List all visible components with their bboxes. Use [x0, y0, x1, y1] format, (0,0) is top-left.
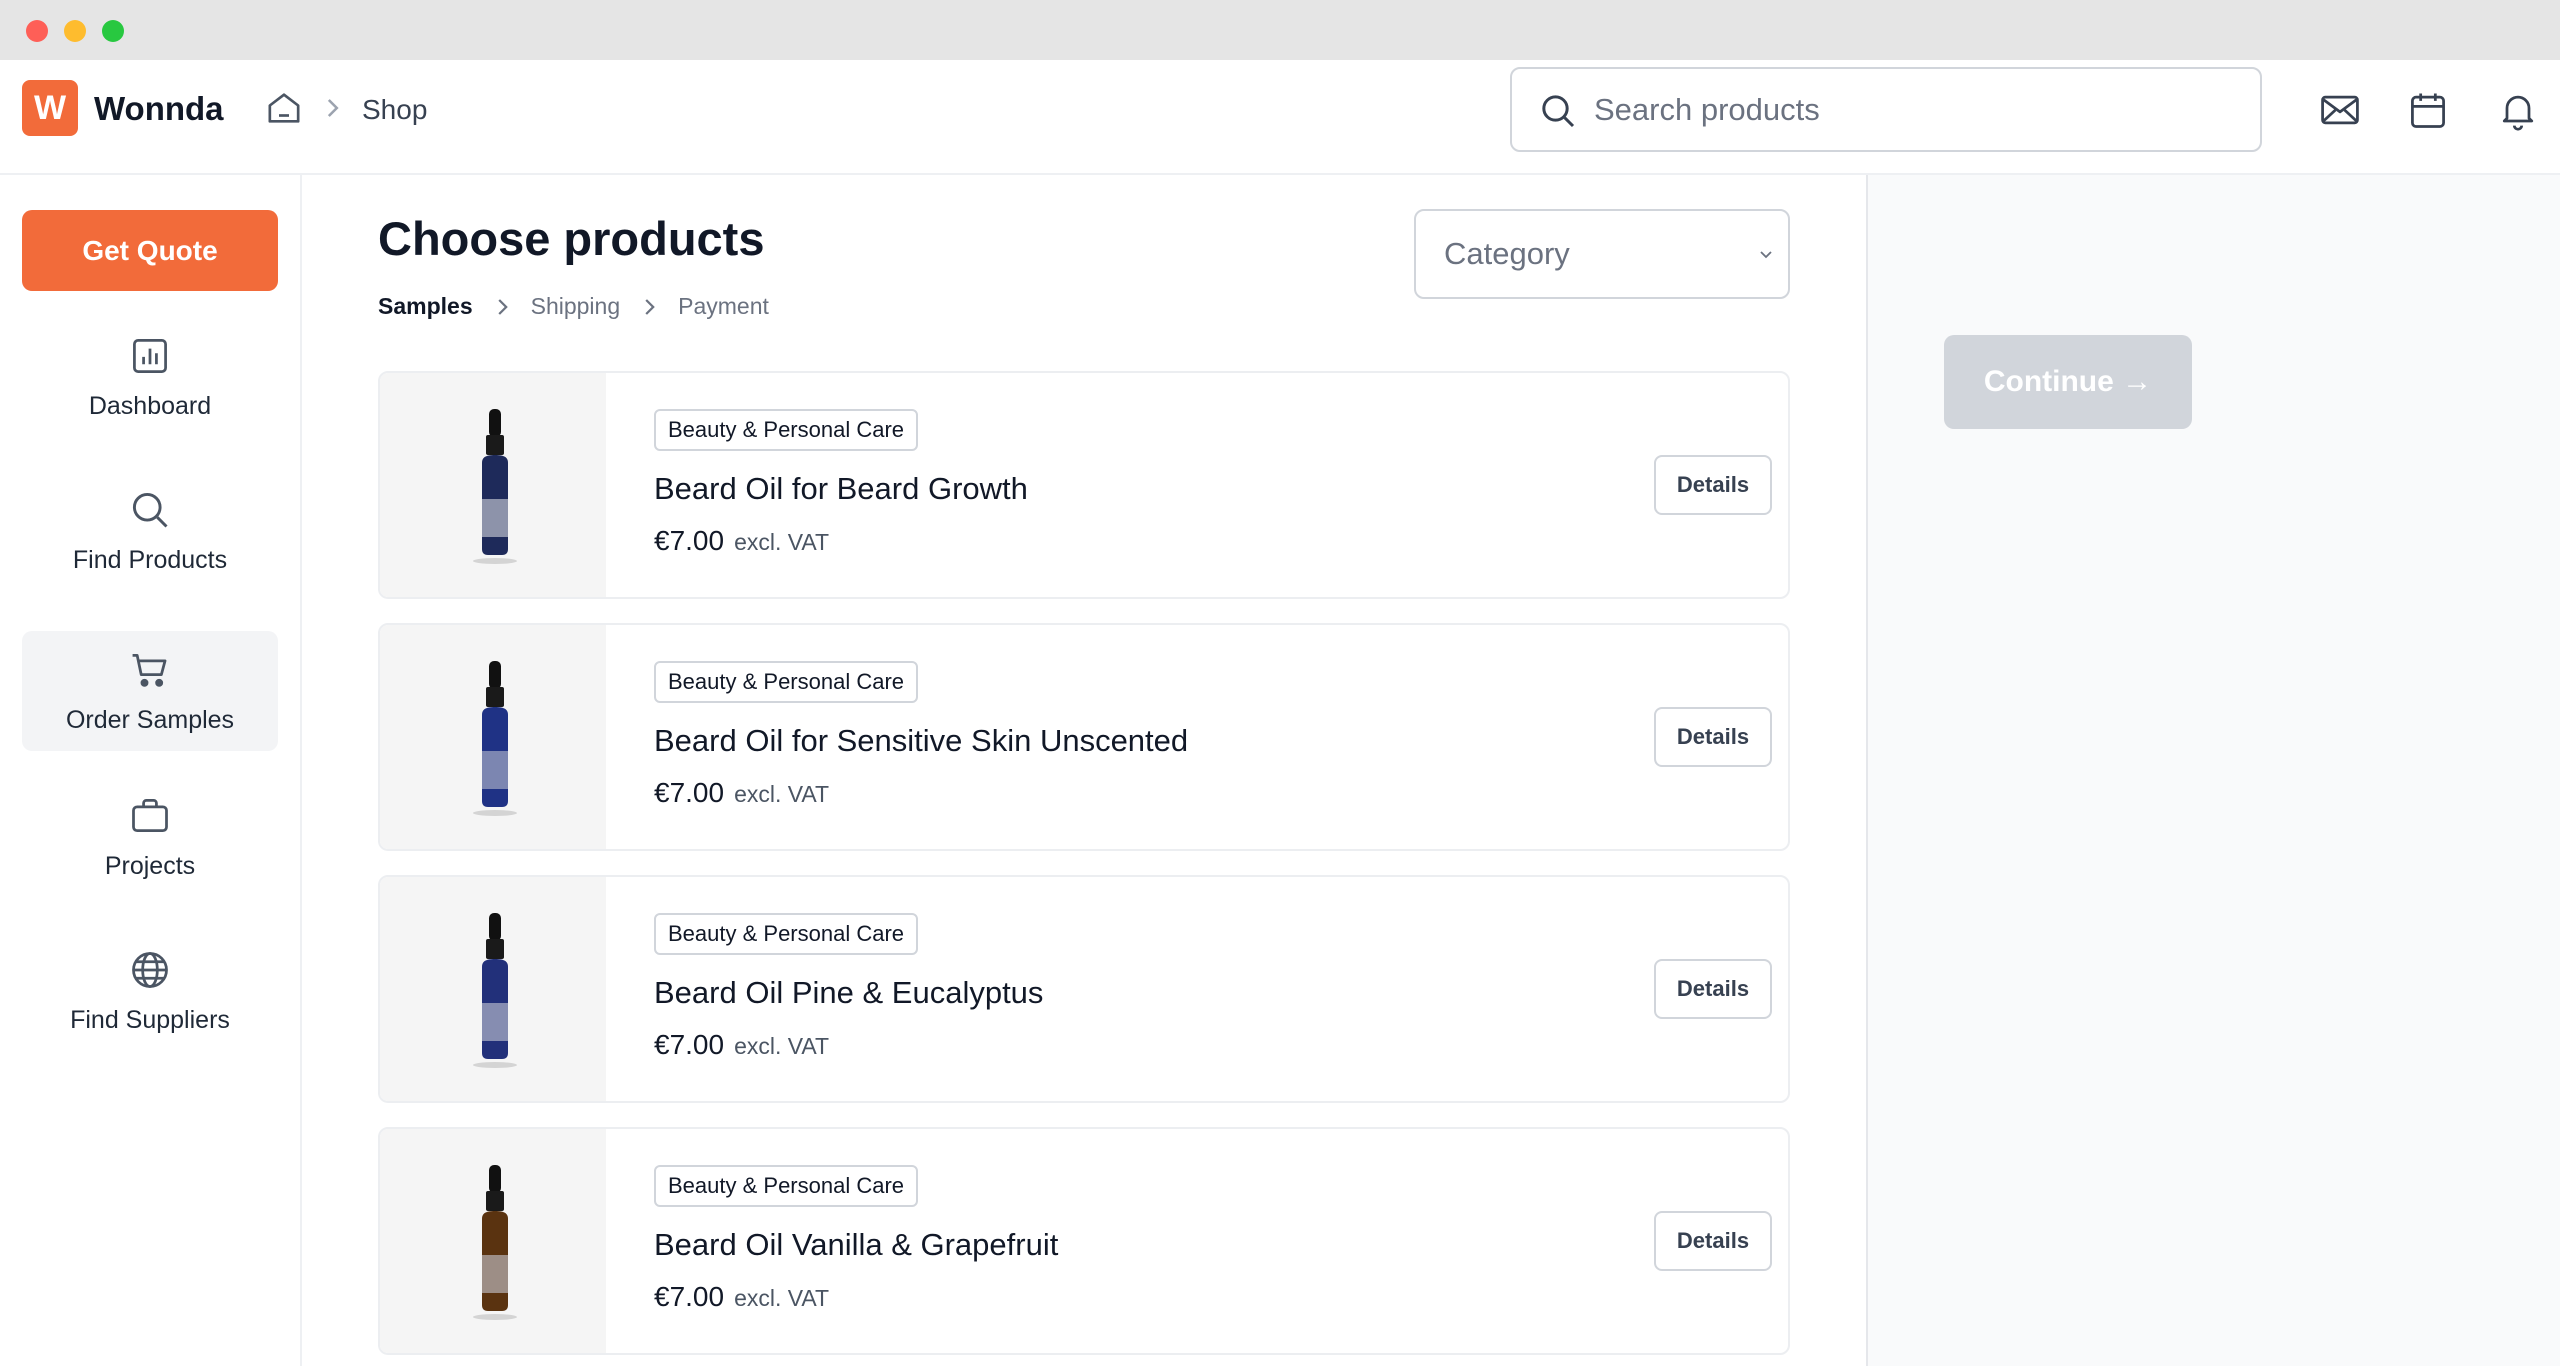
window-minimize-button[interactable] — [64, 20, 86, 42]
category-badge: Beauty & Personal Care — [654, 1165, 919, 1207]
sidebar-item-label: Dashboard — [88, 391, 212, 420]
search-icon — [1542, 95, 1575, 128]
chevron-right-icon — [327, 99, 339, 117]
sidebar-item-label: Find Suppliers — [70, 1005, 230, 1034]
sidebar-item-projects[interactable]: Projects — [22, 777, 278, 897]
search-box[interactable] — [1510, 67, 2262, 152]
product-image[interactable] — [380, 373, 606, 597]
bottle-icon — [473, 1165, 517, 1320]
vat-note: excl. VAT — [734, 529, 830, 555]
bottle-icon — [473, 409, 517, 564]
chart-icon — [133, 338, 167, 373]
bottle-icon — [473, 661, 517, 816]
window-titlebar — [0, 0, 2560, 60]
price-row: €7.00 excl. VAT — [654, 1029, 829, 1061]
briefcase-icon — [132, 798, 168, 832]
product-card[interactable]: Beauty & Personal Care Beard Oil for Bea… — [378, 371, 1790, 599]
product-card[interactable]: Beauty & Personal Care Beard Oil Vanilla… — [378, 1127, 1790, 1355]
category-select-value: Category — [1444, 236, 1570, 271]
sidebar-item-find-suppliers[interactable]: Find Suppliers — [22, 931, 278, 1051]
product-name[interactable]: Beard Oil Vanilla & Grapefruit — [654, 1227, 1058, 1263]
step-shipping[interactable]: Shipping — [531, 293, 621, 320]
details-button[interactable]: Details — [1654, 959, 1772, 1019]
mail-icon[interactable] — [2318, 88, 2362, 132]
search-icon — [132, 492, 168, 528]
details-button[interactable]: Details — [1654, 1211, 1772, 1271]
bottle-icon — [473, 913, 517, 1068]
product-name[interactable]: Beard Oil for Beard Growth — [654, 471, 1028, 507]
sidebar: Get Quote Dashboard Find Products Order … — [0, 175, 302, 1366]
globe-icon — [132, 951, 168, 988]
vat-note: excl. VAT — [734, 781, 830, 807]
details-button[interactable]: Details — [1654, 455, 1772, 515]
price-row: €7.00 excl. VAT — [654, 777, 829, 809]
checkout-steps: Samples Shipping Payment — [378, 293, 769, 320]
category-badge: Beauty & Personal Care — [654, 409, 919, 451]
product-image[interactable] — [380, 877, 606, 1101]
breadcrumb-current[interactable]: Shop — [362, 94, 427, 126]
home-icon[interactable] — [264, 88, 304, 128]
chevron-right-icon — [645, 298, 655, 315]
sidebar-item-find-products[interactable]: Find Products — [22, 471, 278, 591]
category-select[interactable]: Category — [1414, 209, 1790, 299]
vat-note: excl. VAT — [734, 1033, 830, 1059]
product-price: €7.00 — [654, 1281, 725, 1312]
product-price: €7.00 — [654, 1029, 725, 1060]
vat-note: excl. VAT — [734, 1285, 830, 1311]
product-image[interactable] — [380, 1129, 606, 1353]
step-payment[interactable]: Payment — [678, 293, 769, 320]
sidebar-item-label: Projects — [104, 851, 196, 880]
brand-logo[interactable]: W — [22, 80, 78, 136]
category-badge: Beauty & Personal Care — [654, 913, 919, 955]
product-name[interactable]: Beard Oil Pine & Eucalyptus — [654, 975, 1043, 1011]
continue-button[interactable]: Continue → — [1944, 335, 2192, 429]
price-row: €7.00 excl. VAT — [654, 525, 829, 557]
search-input[interactable] — [1594, 85, 2234, 135]
product-card[interactable]: Beauty & Personal Care Beard Oil for Sen… — [378, 623, 1790, 851]
sidebar-item-dashboard[interactable]: Dashboard — [22, 317, 278, 437]
chevron-down-icon — [1760, 251, 1772, 259]
calendar-icon[interactable] — [2406, 88, 2450, 132]
brand-name[interactable]: Wonnda — [94, 90, 224, 128]
category-badge: Beauty & Personal Care — [654, 661, 919, 703]
get-quote-button[interactable]: Get Quote — [22, 210, 278, 291]
product-image[interactable] — [380, 625, 606, 849]
window-maximize-button[interactable] — [102, 20, 124, 42]
details-button[interactable]: Details — [1654, 707, 1772, 767]
page-title: Choose products — [378, 212, 765, 265]
product-name[interactable]: Beard Oil for Sensitive Skin Unscented — [654, 723, 1188, 759]
top-header: W Wonnda Shop — [0, 60, 2560, 175]
sidebar-item-label: Order Samples — [65, 705, 235, 734]
chevron-right-icon — [498, 298, 508, 315]
bell-icon[interactable] — [2496, 88, 2540, 132]
main-content: Choose products Samples Shipping Payment… — [304, 175, 1866, 1366]
product-card[interactable]: Beauty & Personal Care Beard Oil Pine & … — [378, 875, 1790, 1103]
step-samples[interactable]: Samples — [378, 293, 473, 320]
sidebar-item-label: Find Products — [72, 545, 228, 574]
cart-icon — [132, 653, 167, 687]
order-summary-panel: Continue → — [1866, 175, 2560, 1366]
product-price: €7.00 — [654, 525, 725, 556]
sidebar-item-order-samples[interactable]: Order Samples — [22, 631, 278, 751]
price-row: €7.00 excl. VAT — [654, 1281, 829, 1313]
window-close-button[interactable] — [26, 20, 48, 42]
product-price: €7.00 — [654, 777, 725, 808]
